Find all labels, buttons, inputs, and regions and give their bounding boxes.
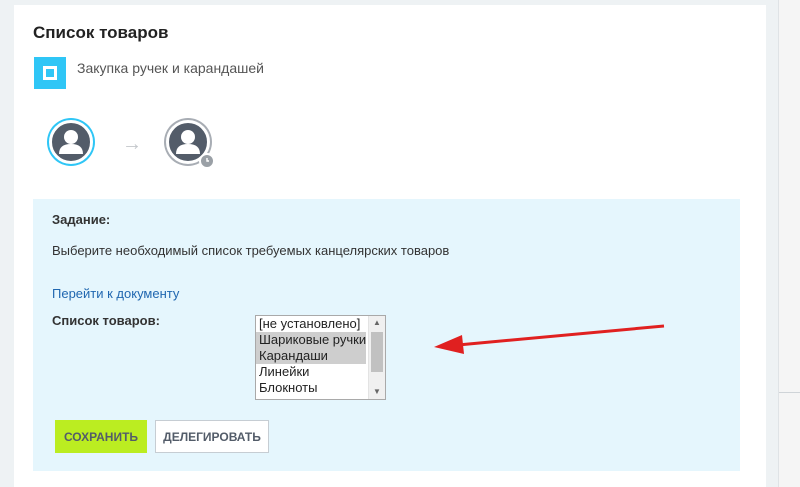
list-option[interactable]: Шариковые ручки: [256, 332, 366, 348]
document-link[interactable]: Перейти к документу: [52, 286, 179, 301]
list-option[interactable]: Карандаши: [256, 348, 366, 364]
list-option[interactable]: Блокноты: [256, 380, 366, 396]
process-icon: [34, 57, 66, 89]
list-option[interactable]: [не установлено]: [256, 316, 366, 332]
scroll-divider: [779, 392, 800, 393]
product-list-label: Список товаров:: [52, 313, 160, 328]
annotation-arrow-icon: [434, 324, 665, 354]
task-heading: Задание:: [52, 212, 111, 227]
user-silhouette-icon: [59, 130, 83, 154]
page-scrollbar[interactable]: [778, 0, 800, 487]
save-button[interactable]: СОХРАНИТЬ: [55, 420, 147, 453]
delegate-button[interactable]: ДЕЛЕГИРОВАТЬ: [155, 420, 269, 453]
flow-arrow-icon: →: [122, 133, 142, 155]
page-title: Список товаров: [33, 23, 169, 42]
product-list-select[interactable]: [не установлено] Шариковые ручки Каранда…: [255, 315, 386, 400]
clock-icon: [199, 153, 215, 169]
scroll-down-icon[interactable]: ▼: [369, 385, 385, 399]
scroll-up-icon[interactable]: ▲: [369, 316, 385, 330]
list-scrollbar[interactable]: ▲ ▼: [368, 316, 385, 399]
scroll-thumb[interactable]: [371, 332, 383, 372]
list-option[interactable]: Линейки: [256, 364, 366, 380]
task-description: Выберите необходимый список требуемых ка…: [52, 243, 450, 258]
process-name: Закупка ручек и карандашей: [77, 60, 264, 76]
user-avatar-current: [49, 120, 93, 164]
